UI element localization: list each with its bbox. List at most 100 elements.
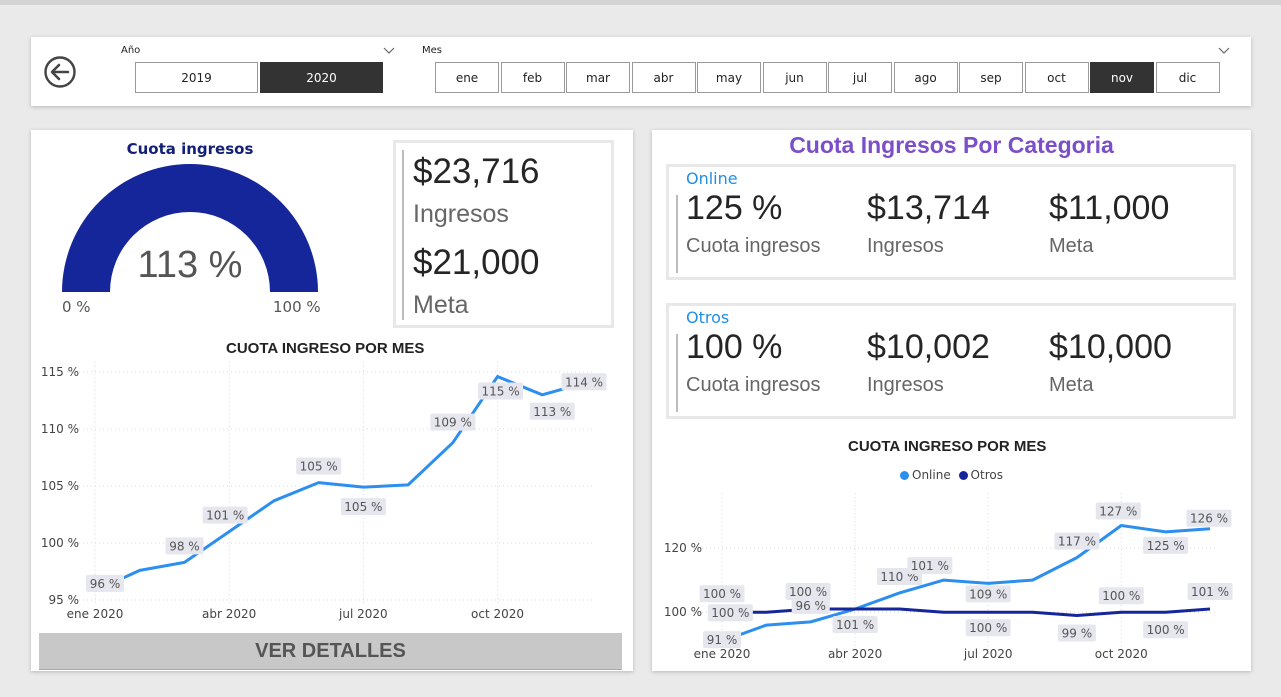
cuota-mes-chart: 95 % 100 % 105 % 110 % 115 % ene 2020 abr 2020… bbox=[41, 362, 607, 621]
data-label: 96 % bbox=[795, 599, 826, 613]
slicer-option-ago[interactable]: ago bbox=[893, 62, 958, 93]
data-label: 101 % bbox=[836, 618, 874, 632]
data-label: 101 % bbox=[206, 509, 244, 523]
data-label: 109 % bbox=[969, 587, 1007, 601]
legend-label: Otros bbox=[970, 468, 1003, 482]
slicer-option-2020[interactable]: 2020 bbox=[260, 62, 383, 93]
data-label: 101 % bbox=[1191, 585, 1229, 599]
data-label: 114 % bbox=[565, 375, 603, 389]
data-label: 100 % bbox=[789, 585, 827, 599]
slicer-option-jun[interactable]: jun bbox=[762, 62, 827, 93]
slicer-option-oct[interactable]: oct bbox=[1024, 62, 1089, 93]
kpi-accent-bar bbox=[402, 150, 404, 320]
gauge-title: Cuota ingresos bbox=[126, 140, 254, 158]
data-label: 115 % bbox=[481, 385, 519, 399]
top-border bbox=[0, 0, 1281, 5]
data-label: 100 % bbox=[1102, 589, 1140, 603]
legend-item-otros[interactable]: Otros bbox=[958, 468, 1003, 482]
x-tick-label: abr 2020 bbox=[828, 647, 882, 661]
slicer-option-2019[interactable]: 2019 bbox=[135, 62, 258, 93]
cuota-label: Cuota ingresos bbox=[686, 374, 821, 396]
card-accent-bar bbox=[676, 334, 678, 412]
meta-label: Meta bbox=[1049, 374, 1094, 396]
x-tick-label: ene 2020 bbox=[694, 647, 751, 661]
chart-legend: Online Otros bbox=[900, 468, 1007, 482]
meta-value: $11,000 bbox=[1049, 189, 1170, 227]
meta-label: Meta bbox=[1049, 235, 1094, 257]
data-label: 127 % bbox=[1099, 504, 1137, 518]
data-label: 91 % bbox=[707, 633, 738, 647]
kpi-card: $23,716 Ingresos $21,000 Meta bbox=[393, 140, 614, 328]
chevron-down-icon[interactable] bbox=[1218, 47, 1230, 55]
slicer-option-dic[interactable]: dic bbox=[1155, 62, 1220, 93]
month-slicer-title: Mes bbox=[422, 45, 442, 56]
card-accent-bar bbox=[676, 195, 678, 273]
data-label: 125 % bbox=[1147, 539, 1185, 553]
cuota-categoria-mes-chart: 100 % 120 % ene 2020 abr 2020 jul 2020 oct 20… bbox=[664, 493, 1233, 661]
y-tick-label: 100 % bbox=[41, 536, 79, 550]
ingresos-value: $13,714 bbox=[867, 189, 990, 227]
slicer-option-abr[interactable]: abr bbox=[631, 62, 696, 93]
y-tick-label: 95 % bbox=[49, 593, 80, 607]
legend-dot bbox=[900, 471, 909, 480]
chevron-down-icon[interactable] bbox=[383, 47, 395, 55]
data-label: 101 % bbox=[911, 559, 949, 573]
y-tick-label: 105 % bbox=[41, 479, 79, 493]
right-panel: Cuota Ingresos Por Categoria Online 125 … bbox=[652, 130, 1251, 671]
year-slicer-title: Año bbox=[121, 45, 141, 56]
data-label: 113 % bbox=[533, 405, 571, 419]
data-label: 100 % bbox=[969, 621, 1007, 635]
slicer-option-jul[interactable]: jul bbox=[828, 62, 892, 93]
data-label: 98 % bbox=[169, 539, 200, 553]
y-tick-label: 110 % bbox=[41, 422, 79, 436]
data-label: 105 % bbox=[300, 460, 338, 474]
online-card: Online 125 % Cuota ingresos $13,714 Ingr… bbox=[666, 164, 1236, 280]
data-label: 105 % bbox=[344, 500, 382, 514]
data-label: 100 % bbox=[711, 606, 749, 620]
ingresos-value: $23,716 bbox=[413, 152, 540, 191]
x-tick-label: abr 2020 bbox=[202, 607, 256, 621]
gauge-max-label: 100 % bbox=[273, 298, 321, 316]
x-tick-label: oct 2020 bbox=[1095, 647, 1148, 661]
otros-card: Otros 100 % Cuota ingresos $10,002 Ingre… bbox=[666, 303, 1236, 419]
y-tick-label: 100 % bbox=[664, 605, 702, 619]
slicer-option-may[interactable]: may bbox=[697, 62, 761, 93]
legend-label: Online bbox=[912, 468, 951, 482]
cuota-value: 125 % bbox=[686, 189, 783, 227]
category-name: Otros bbox=[686, 308, 730, 327]
category-name: Online bbox=[686, 169, 738, 188]
series-line bbox=[94, 375, 588, 593]
legend-item-online[interactable]: Online bbox=[900, 468, 951, 482]
slicer-option-mar[interactable]: mar bbox=[566, 62, 630, 93]
filter-bar: Año 2019 2020 Mes ene feb mar abr may jun jul ag… bbox=[31, 37, 1251, 106]
y-tick-label: 115 % bbox=[41, 365, 79, 379]
data-label: 96 % bbox=[90, 577, 121, 591]
slicer-option-feb[interactable]: feb bbox=[500, 62, 565, 93]
ingresos-label: Ingresos bbox=[867, 235, 944, 257]
legend-dot bbox=[958, 471, 968, 480]
slicer-option-ene[interactable]: ene bbox=[435, 62, 499, 93]
meta-label: Meta bbox=[413, 291, 469, 319]
gauge-min-label: 0 % bbox=[62, 298, 91, 316]
data-label: 100 % bbox=[703, 587, 741, 601]
x-tick-label: jul 2020 bbox=[963, 647, 1013, 661]
back-arrow-icon[interactable] bbox=[43, 55, 77, 89]
cuota-label: Cuota ingresos bbox=[686, 235, 821, 257]
meta-value: $21,000 bbox=[413, 243, 540, 282]
data-label: 100 % bbox=[1147, 623, 1185, 637]
slicer-option-nov[interactable]: nov bbox=[1090, 62, 1154, 93]
x-tick-label: ene 2020 bbox=[67, 607, 124, 621]
gauge-value: 113 % bbox=[137, 244, 243, 286]
ver-detalles-button[interactable]: VER DETALLES bbox=[39, 633, 622, 670]
x-tick-label: oct 2020 bbox=[471, 607, 524, 621]
data-label: 99 % bbox=[1062, 626, 1093, 640]
ingresos-label: Ingresos bbox=[867, 374, 944, 396]
data-label: 109 % bbox=[434, 416, 472, 430]
left-panel: Cuota ingresos 113 % 0 % 100 % $23,716 I… bbox=[31, 130, 633, 671]
cuota-value: 100 % bbox=[686, 328, 783, 366]
slicer-option-sep[interactable]: sep bbox=[959, 62, 1023, 93]
chart-title: CUOTA INGRESO POR MES bbox=[848, 438, 1047, 455]
ingresos-label: Ingresos bbox=[413, 200, 509, 228]
ingresos-value: $10,002 bbox=[867, 328, 990, 366]
meta-value: $10,000 bbox=[1049, 328, 1172, 366]
